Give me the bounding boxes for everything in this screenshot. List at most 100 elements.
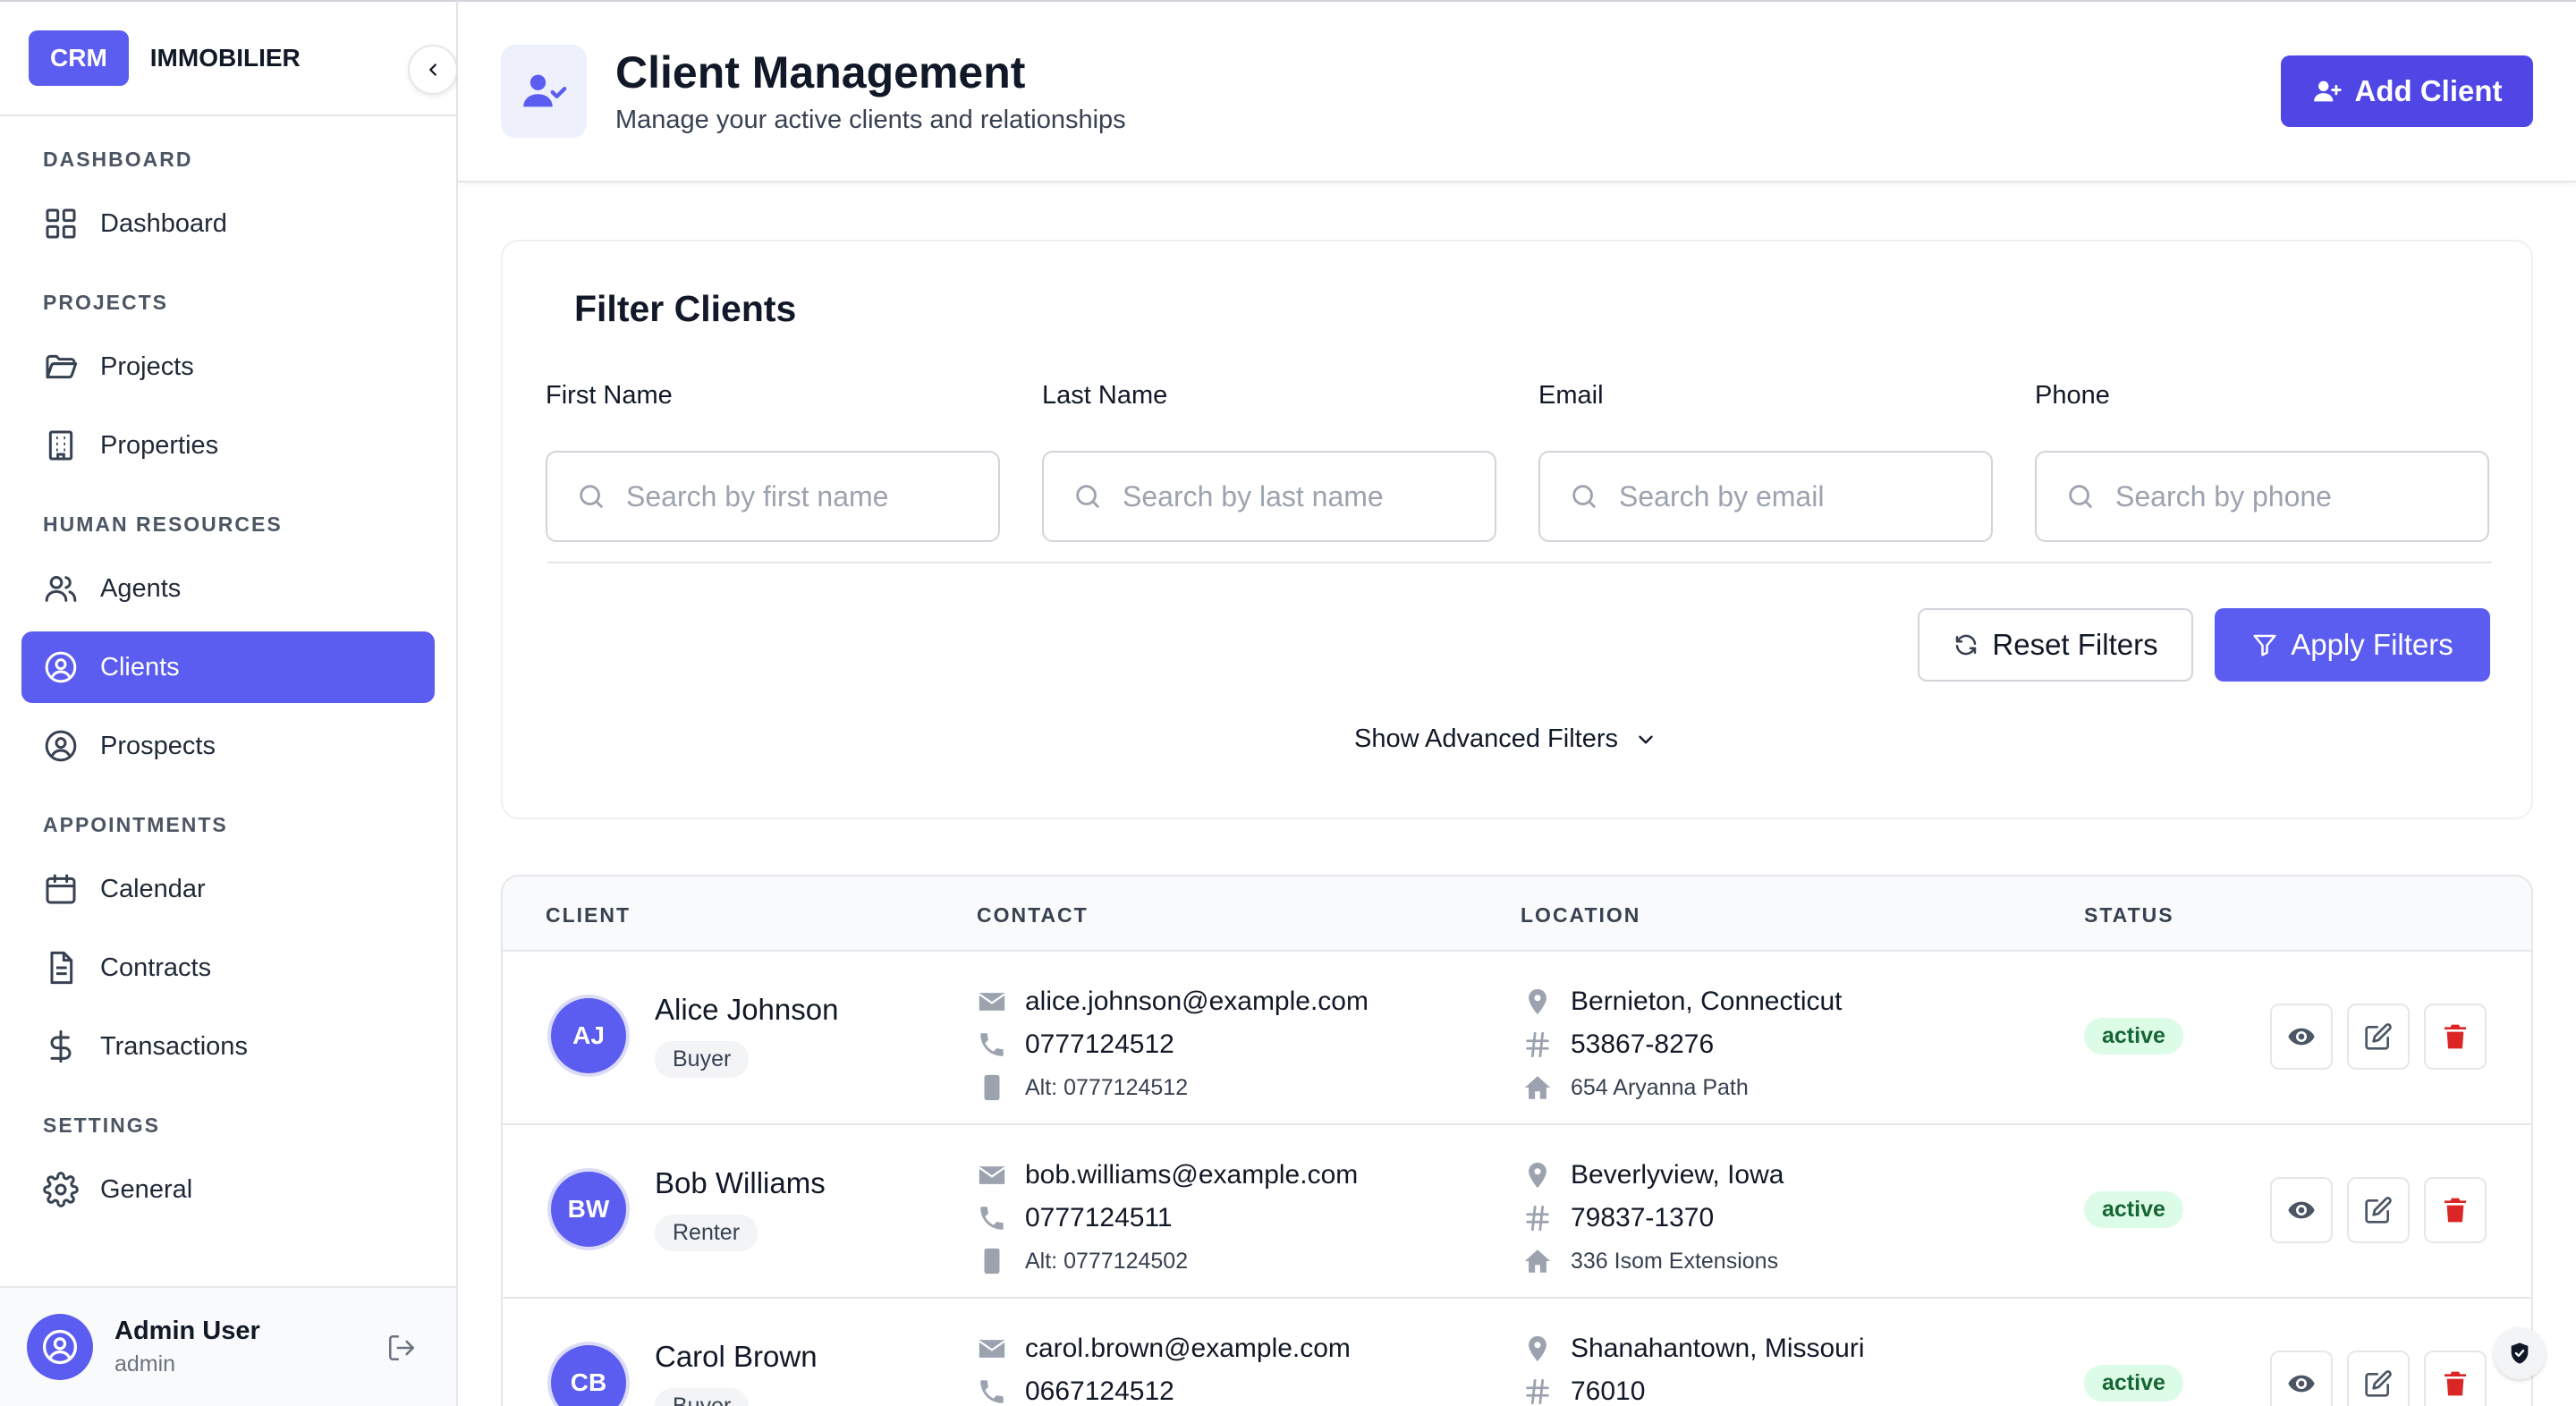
sidebar-item-projects[interactable]: Projects [21,331,435,402]
first-name-input[interactable]: Search by first name [546,451,1000,542]
table-row[interactable]: AJ Alice Johnson Buyer alice.johnson@exa… [503,952,2531,1125]
sidebar-item-label: Contracts [100,953,212,982]
shield-check-icon [2511,1342,2529,1364]
client-city: Bernieton, Connecticut [1571,987,1843,1016]
user-plus-icon [2313,80,2342,102]
view-button[interactable] [2270,1351,2333,1406]
user-circle-icon [42,1329,78,1365]
user-circle-icon [45,651,77,683]
reset-filters-label: Reset Filters [1992,628,2158,661]
user-profile[interactable]: Admin User admin [0,1286,456,1406]
trash-icon [2445,1024,2466,1049]
delete-button[interactable] [2424,1004,2487,1070]
map-pin-icon [1529,1162,1546,1189]
email-input[interactable]: Search by email [1538,451,1993,542]
search-icon [1076,485,1099,508]
grid-icon [46,208,76,239]
delete-button[interactable] [2424,1351,2487,1406]
last-name-input[interactable]: Search by last name [1042,451,1496,542]
hash-icon [1526,1031,1549,1058]
search-icon [1572,485,1596,508]
chevron-left-icon [429,64,436,76]
sidebar-item-calendar[interactable]: Calendar [21,853,435,925]
user-circle-icon [45,730,77,762]
chevron-down-icon [1639,735,1653,743]
nav-section-settings: SETTINGS [43,1113,161,1137]
map-pin-icon [1529,1335,1546,1362]
edit-button[interactable] [2347,1351,2410,1406]
sidebar-item-general[interactable]: General [21,1154,435,1225]
table-row[interactable]: BW Bob Williams Renter bob.williams@exam… [503,1125,2531,1299]
document-icon [50,951,73,985]
logout-button[interactable] [386,1333,417,1368]
collapse-sidebar-button[interactable] [408,45,458,95]
apply-filters-label: Apply Filters [2291,628,2453,661]
edit-icon [2365,1023,2392,1050]
sidebar-item-agents[interactable]: Agents [21,553,435,624]
sidebar-item-transactions[interactable]: Transactions [21,1011,435,1082]
client-email[interactable]: carol.brown@example.com [1025,1334,1351,1364]
client-avatar: BW [547,1168,630,1250]
client-location: Beverlyview, Iowa 79837-1370 336 Isom Ex… [1522,1154,1784,1283]
mail-icon [979,1340,1005,1358]
view-button[interactable] [2270,1004,2333,1070]
client-email[interactable]: alice.johnson@example.com [1025,987,1368,1017]
sidebar-item-label: Prospects [100,731,216,760]
nav-section-dashboard: DASHBOARD [43,147,193,171]
client-phone: 0667124512 [1025,1376,1174,1406]
sidebar-item-dashboard[interactable]: Dashboard [21,188,435,259]
field-label: First Name [546,381,673,410]
advanced-filters-toggle[interactable]: Show Advanced Filters [1354,724,1657,754]
user-name: Admin User [114,1317,260,1345]
page-title: Client Management [615,47,1026,97]
search-icon [580,485,603,508]
phone-icon [980,1033,1004,1056]
edit-button[interactable] [2347,1177,2410,1243]
column-header-client: CLIENT [546,903,631,927]
client-alt-phone: Alt: 0777124502 [1025,1248,1189,1274]
brand-badge[interactable]: CRM [29,30,129,86]
table-header: CLIENT CONTACT LOCATION STATUS [503,877,2531,952]
edit-button[interactable] [2347,1004,2410,1070]
sidebar-item-label: Dashboard [100,208,227,238]
sidebar: CRM IMMOBILIER DASHBOARD Dashboard PROJE… [0,0,458,1406]
trash-icon [2445,1371,2466,1396]
mail-icon [979,1166,1005,1184]
sidebar-item-clients[interactable]: Clients [21,631,435,703]
status-badge: active [2084,1191,2183,1228]
sidebar-item-properties[interactable]: Properties [21,410,435,481]
brand-name: IMMOBILIER [149,44,301,72]
phone-icon [980,1207,1004,1230]
sidebar-item-prospects[interactable]: Prospects [21,710,435,782]
client-email[interactable]: bob.williams@example.com [1025,1160,1358,1190]
add-client-button[interactable]: Add Client [2281,55,2533,127]
first-name-field: First Name Search by first name [546,381,1000,542]
table-row[interactable]: CB Carol Brown Buyer carol.brown@example… [503,1299,2531,1406]
security-badge[interactable] [2494,1327,2546,1379]
client-avatar: AJ [547,995,630,1077]
phone-icon [980,1380,1004,1403]
apply-filters-button[interactable]: Apply Filters [2215,608,2490,682]
users-icon [45,576,77,602]
delete-button[interactable] [2424,1177,2487,1243]
client-zip: 76010 [1571,1376,1646,1406]
client-location: Bernieton, Connecticut 53867-8276 654 Ar… [1522,980,1843,1109]
eye-icon [2288,1201,2315,1219]
client-phone: 0777124511 [1025,1203,1173,1232]
client-phone: 0777124512 [1025,1029,1174,1059]
client-address: 336 Isom Extensions [1571,1248,1779,1274]
sidebar-item-label: Calendar [100,874,206,903]
sidebar-item-contracts[interactable]: Contracts [21,932,435,1004]
filter-card: Filter Clients First Name Search by firs… [501,240,2533,819]
sidebar-item-label: Properties [100,430,219,460]
mobile-icon [984,1248,1000,1275]
sidebar-item-label: General [100,1174,193,1204]
reset-filters-button[interactable]: Reset Filters [1918,608,2193,682]
phone-input[interactable]: Search by phone [2035,451,2489,542]
view-button[interactable] [2270,1177,2333,1243]
hash-icon [1526,1205,1549,1232]
client-avatar: CB [547,1342,630,1406]
client-contact: bob.williams@example.com 0777124511 Alt:… [977,1154,1358,1283]
gear-icon [43,1172,79,1207]
field-label: Last Name [1042,381,1168,410]
